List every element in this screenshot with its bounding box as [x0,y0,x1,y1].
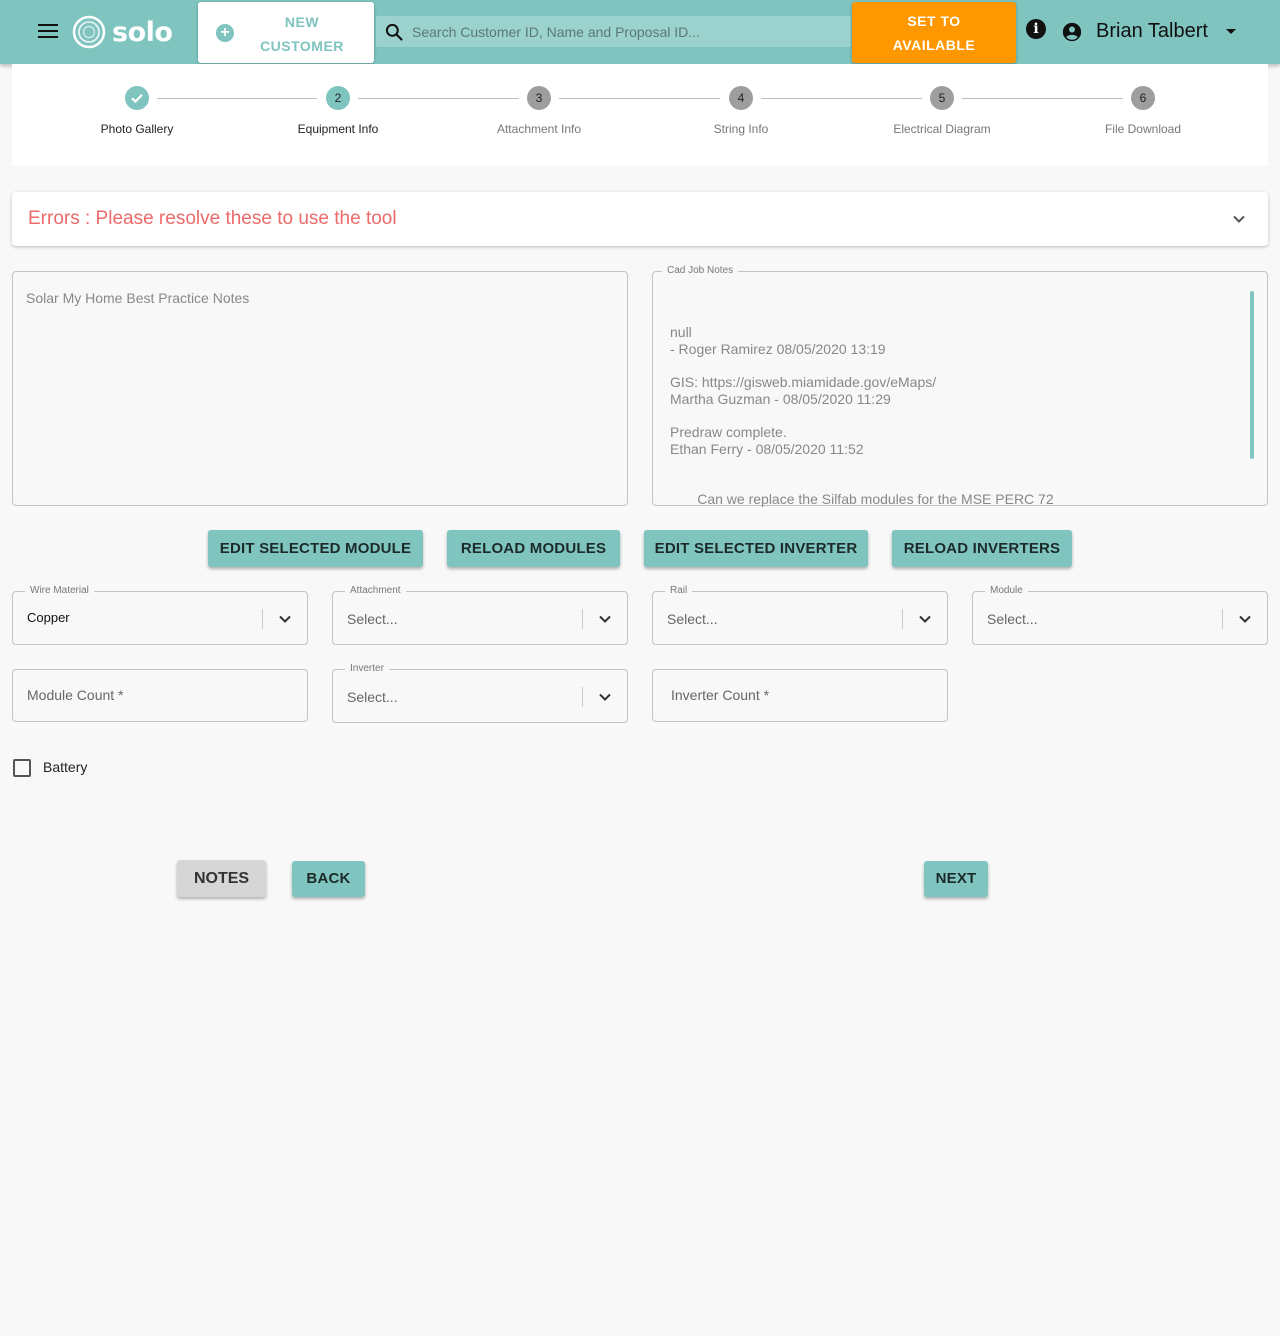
step-label: Attachment Info [496,122,582,136]
chevron-down-icon[interactable] [1232,212,1246,226]
step-number: 4 [729,86,753,110]
cad-job-notes-body: null - Roger Ramirez 08/05/2020 13:19 GI… [670,324,1230,541]
solo-logo-mark-icon [72,15,106,49]
step-number: 6 [1131,86,1155,110]
step-label: String Info [713,122,769,136]
new-customer-label: NEW CUSTOMER [260,14,344,54]
chevron-down-icon[interactable] [918,612,932,626]
wire-material-select[interactable]: Wire Material Copper [12,585,308,645]
field-label: Attachment [345,585,406,596]
chevron-down-icon[interactable] [278,612,292,626]
select-separator [582,687,583,707]
chevron-down-icon[interactable] [598,612,612,626]
user-menu-caret-icon[interactable] [1226,29,1236,34]
best-practice-notes [12,271,628,506]
cad-note-entry: Predraw complete. Ethan Ferry - 08/05/20… [670,424,864,457]
plus-circle-icon: + [216,24,234,42]
field-label: Rail [665,585,693,596]
select-separator [1222,609,1223,629]
module-select[interactable]: Module Select... [972,585,1268,645]
select-value: Select... [347,689,398,705]
reload-modules-button[interactable]: RELOAD MODULES [447,530,620,567]
errors-title: Errors : Please resolve these to use the… [28,208,397,229]
step-file-download[interactable]: 6 File Download [1068,86,1218,136]
info-icon[interactable]: i [1026,19,1046,39]
field-label: Wire Material [25,585,94,596]
progress-stepper: Photo Gallery 2 Equipment Info 3 Attachm… [12,64,1268,166]
step-string-info[interactable]: 4 String Info [666,86,816,136]
step-photo-gallery[interactable]: Photo Gallery [62,86,212,136]
set-to-available-button[interactable]: SET TO AVAILABLE [852,2,1016,63]
edit-selected-inverter-button[interactable]: EDIT SELECTED INVERTER [644,530,868,567]
cad-note-entry: Can we replace the Silfab modules for th… [693,490,1054,507]
search-icon[interactable] [384,22,404,42]
step-equipment-info[interactable]: 2 Equipment Info [263,86,413,136]
step-label: Photo Gallery [100,122,174,136]
select-value: Select... [347,611,398,627]
notes-button[interactable]: NOTES [177,860,266,897]
field-label: Inverter [345,663,389,674]
search-bar [376,16,851,47]
select-value: Select... [987,611,1038,627]
search-input[interactable] [412,16,842,47]
cad-job-notes-label: Cad Job Notes [662,265,739,276]
best-practice-notes-input[interactable] [13,272,627,505]
module-count-placeholder: Module Count * [27,687,124,703]
select-separator [582,609,583,629]
logo-text: solo [112,16,173,48]
check-icon [125,86,149,110]
solo-logo[interactable]: solo [72,14,173,50]
chevron-down-icon[interactable] [1238,612,1252,626]
step-number: 3 [527,86,551,110]
back-button[interactable]: BACK [292,861,365,897]
cad-job-notes[interactable]: Cad Job Notes null - Roger Ramirez 08/05… [652,265,1268,507]
step-label: Equipment Info [297,122,379,136]
account-circle-icon[interactable] [1062,22,1082,42]
cad-note-entry: GIS: https://gisweb.miamidade.gov/eMaps/… [670,374,937,407]
reload-inverters-button[interactable]: RELOAD INVERTERS [892,530,1072,567]
app-bar: solo + NEW CUSTOMER SET TO AVAILABLE i B… [0,0,1280,64]
module-count-field[interactable]: Module Count * [12,669,308,722]
step-label: Electrical Diagram [893,122,991,136]
step-number: 2 [326,86,350,110]
attachment-select[interactable]: Attachment Select... [332,585,628,645]
inverter-select[interactable]: Inverter Select... [332,663,628,723]
select-separator [902,609,903,629]
select-separator [262,609,263,629]
step-attachment-info[interactable]: 3 Attachment Info [464,86,614,136]
cad-note-entry: null - Roger Ramirez 08/05/2020 13:19 [670,324,886,357]
notes-scrollbar[interactable] [1250,291,1254,459]
edit-selected-module-button[interactable]: EDIT SELECTED MODULE [208,530,423,567]
new-customer-button[interactable]: + NEW CUSTOMER [198,2,374,63]
user-name[interactable]: Brian Talbert [1096,20,1208,43]
field-label: Module [985,585,1028,596]
select-value: Copper [27,610,70,625]
step-label: File Download [1104,122,1182,136]
battery-checkbox[interactable] [13,759,31,777]
next-button[interactable]: NEXT [924,861,988,897]
step-electrical-diagram[interactable]: 5 Electrical Diagram [867,86,1017,136]
inverter-count-field[interactable]: Inverter Count * [652,669,948,722]
menu-icon[interactable] [38,24,58,40]
select-value: Select... [667,611,718,627]
rail-select[interactable]: Rail Select... [652,585,948,645]
step-number: 5 [930,86,954,110]
battery-label: Battery [43,759,88,775]
chevron-down-icon[interactable] [598,690,612,704]
errors-panel[interactable]: Errors : Please resolve these to use the… [12,192,1268,246]
inverter-count-placeholder: Inverter Count * [671,687,770,703]
